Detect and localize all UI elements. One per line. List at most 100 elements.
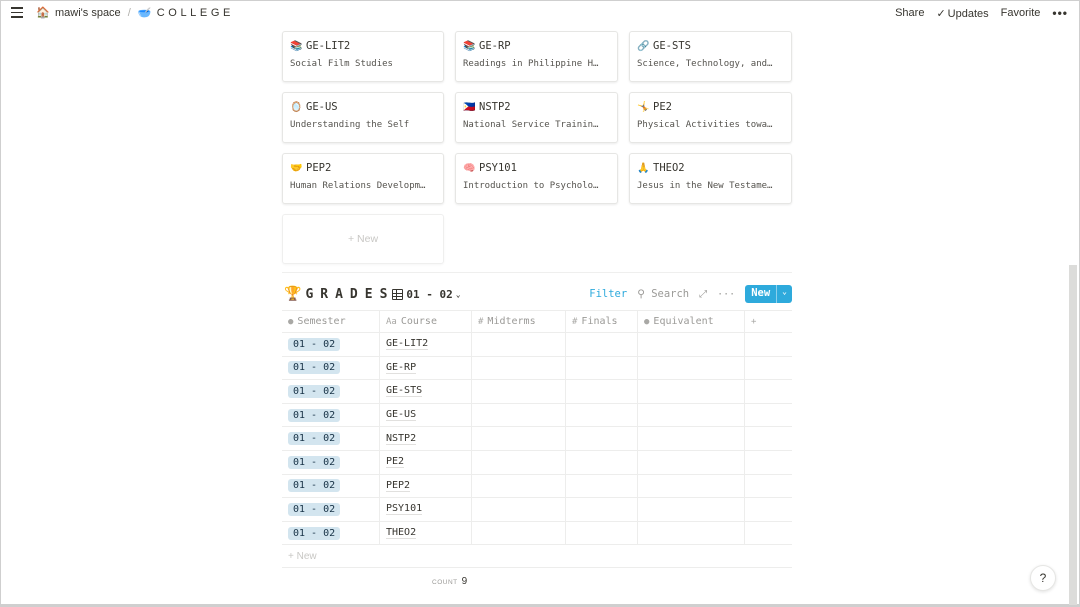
course-link[interactable]: PE2: [386, 456, 405, 469]
course-link[interactable]: GE-RP: [386, 362, 417, 374]
breadcrumb-page[interactable]: COLLEGE: [157, 7, 234, 19]
course-cell[interactable]: GE-RP: [380, 356, 472, 380]
semester-cell[interactable]: 01 - 02: [282, 521, 380, 545]
finals-cell[interactable]: [566, 380, 638, 403]
semester-cell[interactable]: 01 - 02: [282, 427, 380, 450]
equivalent-cell[interactable]: [638, 333, 745, 356]
midterms-cell[interactable]: [472, 521, 566, 545]
course-link[interactable]: PEP2: [386, 480, 411, 492]
database-title[interactable]: 🏆 GRADES: [284, 286, 394, 302]
course-link[interactable]: THEO2: [386, 527, 417, 540]
table-row[interactable]: 01 - 02 GE-RP: [282, 356, 792, 381]
semester-cell[interactable]: 01 - 02: [282, 474, 380, 498]
add-row-button[interactable]: + New: [282, 545, 792, 569]
finals-cell[interactable]: [566, 427, 638, 450]
course-cell[interactable]: THEO2: [380, 521, 472, 545]
equivalent-cell[interactable]: [638, 427, 745, 450]
column-header-add-property[interactable]: +: [745, 311, 792, 332]
semester-cell[interactable]: 01 - 02: [282, 380, 380, 403]
filter-button[interactable]: Filter: [589, 288, 627, 300]
finals-cell[interactable]: [566, 521, 638, 545]
column-header-semester[interactable]: ● Semester: [282, 311, 380, 332]
course-card[interactable]: 🤝 PEP2 Human Relations Developm…: [282, 153, 444, 204]
course-link[interactable]: NSTP2: [386, 433, 417, 445]
course-card[interactable]: 🪞 GE-US Understanding the Self: [282, 92, 444, 143]
search-icon: ⚲: [637, 288, 652, 300]
more-options-icon[interactable]: •••: [1052, 6, 1068, 20]
sidebar-toggle-menu-icon[interactable]: [11, 7, 23, 18]
table-row[interactable]: 01 - 02 NSTP2: [282, 427, 792, 451]
table-row[interactable]: 01 - 02 GE-US: [282, 403, 792, 428]
count-summary[interactable]: COUNT 9: [432, 576, 467, 587]
equivalent-cell[interactable]: [638, 380, 745, 403]
table-row[interactable]: 01 - 02 THEO2: [282, 521, 792, 546]
course-link[interactable]: PSY101: [386, 503, 423, 516]
column-header-equivalent[interactable]: ● Equivalent: [638, 311, 745, 332]
table-row[interactable]: 01 - 02 GE-STS: [282, 380, 792, 404]
semester-cell[interactable]: 01 - 02: [282, 498, 380, 521]
course-card[interactable]: 🙏 THEO2 Jesus in the New Testame…: [629, 153, 792, 204]
course-link[interactable]: GE-LIT2: [386, 338, 429, 351]
course-link[interactable]: GE-US: [386, 409, 417, 422]
midterms-cell[interactable]: [472, 333, 566, 356]
finals-cell[interactable]: [566, 450, 638, 474]
column-header-course[interactable]: Aa Course: [380, 311, 472, 332]
table-row[interactable]: 01 - 02 PEP2: [282, 474, 792, 499]
equivalent-cell[interactable]: [638, 474, 745, 498]
column-header-finals[interactable]: # Finals: [566, 311, 638, 332]
course-code: PEP2: [306, 162, 332, 174]
course-card[interactable]: 🇵🇭 NSTP2 National Service Trainin…: [455, 92, 618, 143]
equivalent-cell[interactable]: [638, 450, 745, 474]
midterms-cell[interactable]: [472, 474, 566, 498]
share-button[interactable]: Share: [895, 7, 924, 19]
new-record-button[interactable]: New ⌄: [745, 285, 792, 303]
semester-cell[interactable]: 01 - 02: [282, 450, 380, 474]
course-link[interactable]: GE-STS: [386, 385, 423, 398]
table-row[interactable]: 01 - 02 PE2: [282, 450, 792, 475]
midterms-cell[interactable]: [472, 356, 566, 380]
scrollbar[interactable]: [1069, 265, 1077, 605]
finals-cell[interactable]: [566, 333, 638, 356]
finals-cell[interactable]: [566, 403, 638, 427]
semester-cell[interactable]: 01 - 02: [282, 356, 380, 380]
course-cell[interactable]: GE-US: [380, 403, 472, 427]
course-cell[interactable]: GE-LIT2: [380, 333, 472, 356]
column-header-midterms[interactable]: # Midterms: [472, 311, 566, 332]
updates-button[interactable]: ✓ Updates: [936, 7, 988, 20]
midterms-cell[interactable]: [472, 450, 566, 474]
midterms-cell[interactable]: [472, 403, 566, 427]
expand-icon[interactable]: ⤢: [699, 289, 707, 300]
equivalent-cell[interactable]: [638, 521, 745, 545]
breadcrumb-workspace[interactable]: mawi's space: [55, 7, 121, 19]
finals-cell[interactable]: [566, 356, 638, 380]
table-row[interactable]: 01 - 02 GE-LIT2: [282, 333, 792, 357]
new-dropdown-chevron-icon[interactable]: ⌄: [776, 285, 792, 303]
finals-cell[interactable]: [566, 498, 638, 521]
course-card[interactable]: 🔗 GE-STS Science, Technology, and…: [629, 31, 792, 82]
midterms-cell[interactable]: [472, 380, 566, 403]
midterms-cell[interactable]: [472, 427, 566, 450]
course-cell[interactable]: PSY101: [380, 498, 472, 521]
database-more-icon[interactable]: ···: [717, 289, 735, 300]
course-cell[interactable]: NSTP2: [380, 427, 472, 450]
equivalent-cell[interactable]: [638, 498, 745, 521]
semester-cell[interactable]: 01 - 02: [282, 333, 380, 356]
help-button[interactable]: ?: [1030, 565, 1056, 591]
equivalent-cell[interactable]: [638, 403, 745, 427]
semester-cell[interactable]: 01 - 02: [282, 403, 380, 427]
table-row[interactable]: 01 - 02 PSY101: [282, 498, 792, 522]
favorite-button[interactable]: Favorite: [1001, 7, 1041, 19]
new-card-button[interactable]: + New: [282, 214, 444, 264]
course-cell[interactable]: PEP2: [380, 474, 472, 498]
equivalent-cell[interactable]: [638, 356, 745, 380]
course-cell[interactable]: PE2: [380, 450, 472, 474]
search-button[interactable]: ⚲ Search: [637, 288, 689, 300]
course-card[interactable]: 🤸 PE2 Physical Activities towa…: [629, 92, 792, 143]
course-card[interactable]: 🧠 PSY101 Introduction to Psycholo…: [455, 153, 618, 204]
course-card[interactable]: 📚 GE-RP Readings in Philippine H…: [455, 31, 618, 82]
midterms-cell[interactable]: [472, 498, 566, 521]
course-card[interactable]: 📚 GE-LIT2 Social Film Studies: [282, 31, 444, 82]
view-selector[interactable]: 01 - 02 ⌄: [392, 288, 461, 301]
finals-cell[interactable]: [566, 474, 638, 498]
course-cell[interactable]: GE-STS: [380, 380, 472, 403]
